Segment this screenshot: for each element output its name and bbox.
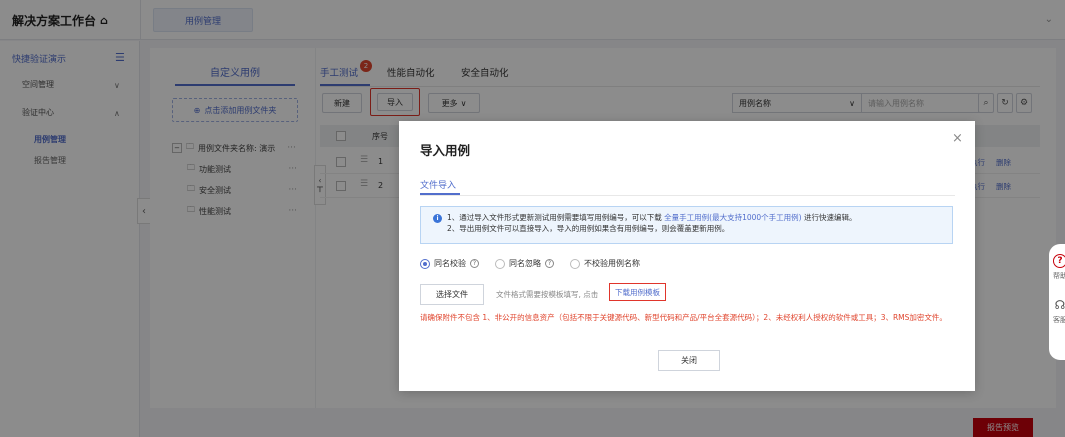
info-box: i 1、通过导入文件形式更新测试用例需要填写用例编号，可以下载 全量手工用例(最大… xyxy=(420,206,953,244)
close-icon[interactable]: × xyxy=(952,131,963,146)
radio-button[interactable] xyxy=(570,258,580,269)
floating-help-panel: ? 帮助 ☊ 客服 xyxy=(1049,244,1065,360)
download-full-cases-link[interactable]: 全量手工用例(最大支持1000个手工用例) xyxy=(664,213,801,222)
divider xyxy=(420,195,955,196)
radio-label: 不校验用例名称 xyxy=(584,259,640,268)
help-icon[interactable]: ? xyxy=(1053,254,1065,268)
modal-title: 导入用例 xyxy=(420,143,471,158)
radio-label: 同名校验 xyxy=(434,259,466,268)
radio-same-name-ignore[interactable]: 同名忽略 ? xyxy=(495,258,554,269)
radio-group: 同名校验 ? 同名忽略 ? 不校验用例名称 xyxy=(420,258,640,269)
info-line-1: i 1、通过导入文件形式更新测试用例需要填写用例编号，可以下载 全量手工用例(最大… xyxy=(433,212,952,223)
tab-file-import[interactable]: 文件导入 xyxy=(420,178,456,191)
radio-button[interactable] xyxy=(420,258,430,269)
info-line-2: 2、导出用例文件可以直接导入，导入的用例如果含有用例编号，则会覆盖更新用例。 xyxy=(447,224,730,233)
file-hint: 文件格式需要按模板填写, 点击 xyxy=(496,290,599,299)
radio-same-name-check[interactable]: 同名校验 ? xyxy=(420,258,479,269)
close-button[interactable]: 关闭 xyxy=(658,350,720,371)
download-template-link[interactable]: 下载用例模板 xyxy=(609,283,666,301)
service-label[interactable]: 客服 xyxy=(1053,315,1065,325)
choose-file-button[interactable]: 选择文件 xyxy=(420,284,484,305)
info-icon: i xyxy=(433,213,442,223)
info-text: 进行快速编辑。 xyxy=(804,213,857,222)
help-icon[interactable]: ? xyxy=(470,259,479,268)
headset-icon[interactable]: ☊ xyxy=(1055,298,1065,312)
help-label[interactable]: 帮助 xyxy=(1053,271,1065,281)
radio-no-check[interactable]: 不校验用例名称 xyxy=(570,258,640,269)
warning-text: 请确保附件不包含 1、非公开的信息资产（包括不限于关键源代码、新型代码和产品/平… xyxy=(420,313,947,322)
help-icon[interactable]: ? xyxy=(545,259,554,268)
radio-label: 同名忽略 xyxy=(509,259,541,268)
radio-button[interactable] xyxy=(495,258,505,269)
info-text: 1、通过导入文件形式更新测试用例需要填写用例编号，可以下载 xyxy=(447,213,662,222)
